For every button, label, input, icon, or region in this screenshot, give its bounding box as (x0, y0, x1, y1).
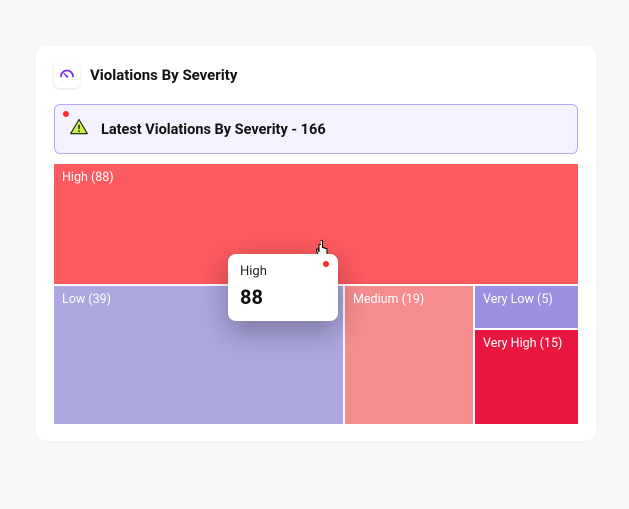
page-container: Violations By Severity Latest Violations… (16, 16, 613, 493)
violations-card: Violations By Severity Latest Violations… (36, 46, 596, 441)
live-dot-icon (63, 111, 69, 117)
summary-label: Latest Violations By Severity - 166 (101, 121, 326, 138)
treemap-tile-very-low[interactable]: Very Low (5) (475, 286, 578, 328)
treemap-tile-very-high[interactable]: Very High (15) (475, 330, 578, 424)
card-title: Violations By Severity (90, 66, 237, 84)
tile-label: High (88) (62, 170, 114, 185)
gauge-icon (54, 62, 80, 88)
chart-tooltip: High 88 (228, 254, 338, 321)
summary-bar[interactable]: Latest Violations By Severity - 166 (54, 104, 578, 154)
tile-label: Low (39) (62, 292, 111, 307)
warning-icon (69, 117, 89, 141)
tooltip-label: High (240, 264, 326, 279)
treemap-tile-medium[interactable]: Medium (19) (345, 286, 473, 424)
live-dot-icon (323, 261, 329, 267)
tile-label: Very High (15) (483, 336, 562, 351)
tile-label: Very Low (5) (483, 292, 553, 307)
card-header: Violations By Severity (54, 62, 578, 88)
tile-label: Medium (19) (353, 292, 424, 307)
tooltip-value: 88 (240, 285, 326, 309)
